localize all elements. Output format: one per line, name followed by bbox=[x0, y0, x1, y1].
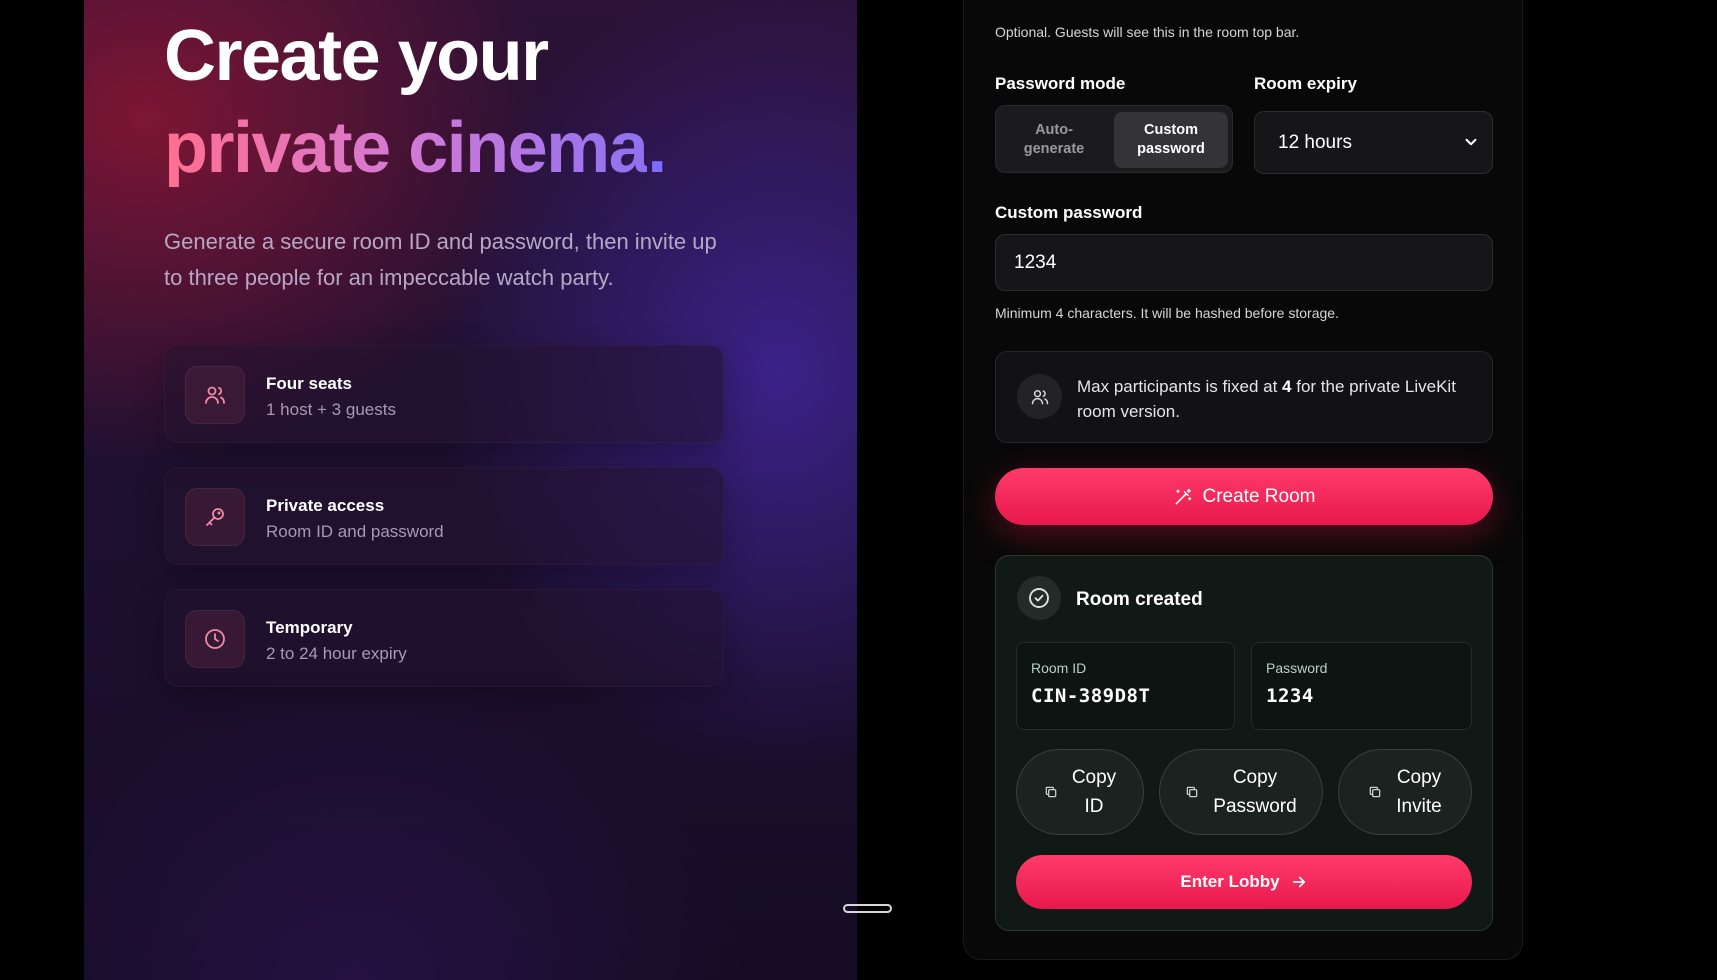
hero-section: Create your private cinema. Generate a s… bbox=[84, 0, 857, 980]
hero-title-gradient-text: private cinema bbox=[164, 108, 649, 188]
password-mode-toggle: Auto- generate Custom password bbox=[995, 105, 1233, 173]
enter-lobby-label: Enter Lobby bbox=[1180, 872, 1280, 891]
password-label: Password bbox=[1266, 660, 1328, 676]
custom-password-input[interactable] bbox=[995, 234, 1493, 291]
room-id-box: Room ID CIN-389D8T bbox=[1016, 642, 1235, 730]
clock-icon bbox=[185, 610, 245, 668]
arrow-right-icon bbox=[1292, 876, 1305, 888]
hero-title-line1: Create your bbox=[164, 16, 549, 96]
copy-invite-button[interactable]: Copy Invite bbox=[1338, 749, 1472, 835]
info-text-before: Max participants is fixed at bbox=[1077, 377, 1283, 396]
password-mode-option-label: Custom password bbox=[1137, 122, 1205, 157]
feature-title: Temporary bbox=[266, 618, 353, 637]
hero-title-dot: . bbox=[647, 108, 667, 188]
participants-info-text: Max participants is fixed at 4 for the p… bbox=[1077, 374, 1467, 424]
magic-wand-icon bbox=[1175, 488, 1191, 504]
password-value: 1234 bbox=[1266, 685, 1314, 707]
room-expiry-select[interactable]: 12 hours bbox=[1254, 111, 1493, 174]
copy-id-label: Copy ID bbox=[1071, 767, 1117, 817]
users-icon bbox=[185, 366, 245, 424]
copy-icon bbox=[1045, 786, 1057, 798]
scroll-indicator[interactable] bbox=[843, 904, 892, 913]
copy-icon bbox=[1369, 786, 1381, 798]
password-mode-label: Password mode bbox=[995, 74, 1126, 93]
hero-subtitle: Generate a secure room ID and password, … bbox=[164, 229, 717, 290]
room-id-value: CIN-389D8T bbox=[1031, 685, 1151, 707]
custom-password-label: Custom password bbox=[995, 203, 1143, 222]
copy-icon bbox=[1186, 786, 1198, 798]
password-mode-auto-generate[interactable]: Auto- generate bbox=[1002, 112, 1106, 168]
feature-title: Private access bbox=[266, 496, 385, 515]
room-created-card: Room created Room ID CIN-389D8T Password… bbox=[995, 555, 1493, 931]
feature-card-access: Private access Room ID and password bbox=[164, 467, 724, 565]
chevron-down-icon bbox=[1465, 138, 1477, 146]
copy-password-button[interactable]: Copy Password bbox=[1159, 749, 1323, 835]
room-expiry-label: Room expiry bbox=[1254, 74, 1357, 93]
room-expiry-value: 12 hours bbox=[1278, 131, 1352, 153]
feature-card-temporary: Temporary 2 to 24 hour expiry bbox=[164, 589, 724, 687]
check-circle-icon bbox=[1017, 576, 1061, 620]
feature-card-seats: Four seats 1 host + 3 guests bbox=[164, 345, 724, 443]
room-id-label: Room ID bbox=[1031, 660, 1087, 676]
copy-password-label: Copy Password bbox=[1213, 767, 1297, 817]
copy-id-button[interactable]: Copy ID bbox=[1016, 749, 1144, 835]
users-icon bbox=[1017, 374, 1062, 419]
feature-subtitle: 1 host + 3 guests bbox=[266, 400, 396, 419]
password-mode-custom[interactable]: Custom password bbox=[1114, 112, 1228, 168]
participants-info-box: Max participants is fixed at 4 for the p… bbox=[995, 351, 1493, 443]
info-participant-count: 4 bbox=[1282, 377, 1292, 396]
key-icon bbox=[185, 488, 245, 546]
create-room-label: Create Room bbox=[1202, 485, 1316, 507]
hero-title-line2: private cinema. bbox=[164, 112, 667, 184]
feature-subtitle: Room ID and password bbox=[266, 522, 444, 541]
feature-title: Four seats bbox=[266, 374, 352, 393]
custom-password-help: Minimum 4 characters. It will be hashed … bbox=[995, 305, 1339, 321]
feature-subtitle: 2 to 24 hour expiry bbox=[266, 644, 407, 663]
password-box: Password 1234 bbox=[1251, 642, 1472, 730]
room-created-title: Room created bbox=[1076, 589, 1203, 610]
enter-lobby-button[interactable]: Enter Lobby bbox=[1016, 855, 1472, 909]
create-room-button[interactable]: Create Room bbox=[995, 468, 1493, 525]
room-name-help: Optional. Guests will see this in the ro… bbox=[995, 24, 1300, 40]
copy-invite-label: Copy Invite bbox=[1396, 767, 1442, 817]
password-mode-option-label: Auto- generate bbox=[1023, 122, 1085, 157]
